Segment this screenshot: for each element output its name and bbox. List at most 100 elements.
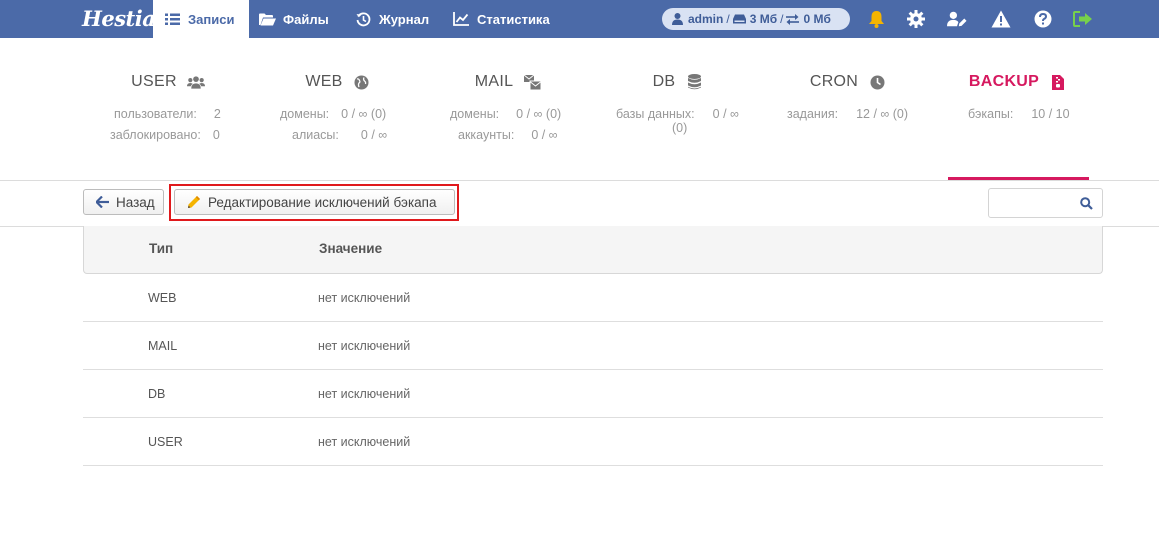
table-row[interactable]: DB нет исключений bbox=[83, 370, 1103, 418]
back-button-label: Назад bbox=[116, 194, 155, 210]
file-archive-icon bbox=[1049, 73, 1067, 91]
logout-icon[interactable] bbox=[1073, 9, 1093, 29]
stat-cron-title-text: CRON bbox=[809, 73, 859, 90]
stat-db-title-text: DB bbox=[652, 73, 676, 90]
stat-mail-title-text: MAIL bbox=[474, 73, 514, 90]
separator: / bbox=[780, 12, 784, 26]
stat-label: заблокировано: bbox=[110, 128, 201, 142]
mail-bulk-icon bbox=[523, 73, 541, 91]
stat-db[interactable]: DB базы данных: 0 / ∞ (0) bbox=[598, 38, 758, 180]
tab-statistics-label: Статистика bbox=[477, 11, 550, 27]
row-value: нет исключений bbox=[318, 291, 411, 305]
stat-label: задания: bbox=[787, 107, 839, 121]
stat-value: 0 / ∞ (0) bbox=[341, 107, 387, 121]
table-header: Тип Значение bbox=[83, 226, 1103, 274]
chart-line-icon bbox=[452, 10, 470, 28]
stat-row: пользователи: 2 bbox=[114, 107, 221, 121]
stats-strip: USER пользователи: 2 заблокировано: 0 WEB … bbox=[0, 38, 1159, 180]
stat-label: базы данных: bbox=[616, 107, 695, 121]
stat-mail[interactable]: MAIL домены: 0 / ∞ (0) аккаунты: 0 / ∞ bbox=[428, 38, 588, 180]
bandwidth-usage: 0 Мб bbox=[803, 12, 831, 26]
help-icon[interactable] bbox=[1033, 9, 1053, 29]
tab-log[interactable]: Журнал bbox=[354, 0, 429, 38]
history-icon bbox=[354, 10, 372, 28]
user-icon bbox=[671, 13, 684, 26]
stat-row: заблокировано: 0 bbox=[110, 128, 220, 142]
stat-label: домены: bbox=[280, 107, 330, 121]
folder-open-icon bbox=[258, 10, 276, 28]
disk-usage: 3 Мб bbox=[749, 12, 778, 26]
stat-row: алиасы: 0 / ∞ bbox=[292, 128, 387, 142]
list-icon bbox=[163, 10, 181, 28]
row-type: WEB bbox=[148, 291, 177, 305]
stat-row: домены: 0 / ∞ (0) bbox=[450, 107, 561, 121]
stat-user-title: USER bbox=[88, 73, 248, 91]
stat-row: задания: 12 / ∞ (0) bbox=[787, 107, 908, 121]
stat-cron[interactable]: CRON задания: 12 / ∞ (0) bbox=[768, 38, 928, 180]
tab-files[interactable]: Файлы bbox=[258, 0, 329, 38]
exchange-icon bbox=[786, 13, 800, 26]
stat-value: 2 bbox=[213, 107, 221, 121]
row-type: DB bbox=[148, 387, 166, 401]
stat-row: домены: 0 / ∞ (0) bbox=[280, 107, 386, 121]
tab-files-label: Файлы bbox=[283, 11, 329, 27]
stat-backup-title: BACKUP bbox=[938, 73, 1098, 91]
stat-web[interactable]: WEB домены: 0 / ∞ (0) алиасы: 0 / ∞ bbox=[258, 38, 418, 180]
stat-label: (0) bbox=[672, 121, 688, 135]
edit-backup-exclusions-button[interactable]: Редактирование исключений бэкапа bbox=[174, 189, 455, 215]
tab-records[interactable]: Записи bbox=[153, 0, 249, 38]
users-icon bbox=[186, 73, 205, 91]
stat-web-title-text: WEB bbox=[305, 73, 343, 90]
back-button[interactable]: Назад bbox=[83, 189, 164, 215]
stat-user[interactable]: USER пользователи: 2 заблокировано: 0 bbox=[88, 38, 248, 180]
table-row[interactable]: USER нет исключений bbox=[83, 418, 1103, 466]
stat-row: базы данных: 0 / ∞ bbox=[616, 107, 739, 121]
separator: / bbox=[726, 12, 730, 26]
top-navbar: Hestia Записи Файлы Журнал Статистика ad… bbox=[0, 0, 1159, 38]
tab-records-label: Записи bbox=[188, 11, 235, 27]
hdd-icon bbox=[732, 13, 746, 26]
stat-cron-title: CRON bbox=[768, 73, 928, 91]
stat-label: домены: bbox=[450, 107, 500, 121]
search-input[interactable] bbox=[988, 188, 1103, 218]
stat-label: бэкапы: bbox=[968, 107, 1014, 121]
row-type: MAIL bbox=[148, 339, 178, 353]
stat-mail-title: MAIL bbox=[428, 73, 588, 91]
column-header-type[interactable]: Тип bbox=[149, 241, 173, 256]
warning-icon[interactable] bbox=[991, 9, 1011, 29]
stat-backup-title-text: BACKUP bbox=[968, 73, 1040, 90]
stat-label: алиасы: bbox=[292, 128, 339, 142]
user-edit-icon[interactable] bbox=[947, 9, 967, 29]
stat-value: 0 bbox=[212, 128, 220, 142]
hestia-logo[interactable]: Hestia bbox=[82, 6, 156, 32]
table-row[interactable]: MAIL нет исключений bbox=[83, 322, 1103, 370]
stat-value: 0 / ∞ bbox=[360, 128, 388, 142]
tab-statistics[interactable]: Статистика bbox=[452, 0, 550, 38]
gear-icon[interactable] bbox=[906, 9, 926, 29]
row-value: нет исключений bbox=[318, 339, 411, 353]
edit-button-label: Редактирование исключений бэкапа bbox=[208, 194, 437, 210]
stat-web-title: WEB bbox=[258, 73, 418, 91]
stat-backup[interactable]: BACKUP бэкапы: 10 / 10 bbox=[948, 38, 1108, 180]
row-type: USER bbox=[148, 435, 183, 449]
stat-label: аккаунты: bbox=[458, 128, 515, 142]
tab-log-label: Журнал bbox=[379, 11, 430, 27]
bell-icon[interactable] bbox=[866, 9, 886, 29]
username: admin bbox=[688, 12, 724, 26]
stat-user-title-text: USER bbox=[131, 73, 177, 90]
table-row[interactable]: WEB нет исключений bbox=[83, 274, 1103, 322]
user-status-pill[interactable]: admin / 3 Мб / 0 Мб bbox=[662, 8, 850, 30]
column-header-value[interactable]: Значение bbox=[319, 241, 382, 256]
database-icon bbox=[685, 73, 703, 91]
stat-row: бэкапы: 10 / 10 bbox=[968, 107, 1070, 121]
stat-label: пользователи: bbox=[114, 107, 197, 121]
pencil-icon bbox=[186, 194, 202, 210]
row-value: нет исключений bbox=[318, 387, 411, 401]
row-value: нет исключений bbox=[318, 435, 411, 449]
globe-icon bbox=[353, 73, 371, 91]
stat-value: 10 / 10 bbox=[1031, 107, 1070, 121]
stat-row: аккаунты: 0 / ∞ bbox=[458, 128, 558, 142]
divider bbox=[0, 180, 1159, 181]
stat-row: (0) bbox=[672, 121, 687, 135]
search-icon[interactable] bbox=[1079, 196, 1093, 210]
